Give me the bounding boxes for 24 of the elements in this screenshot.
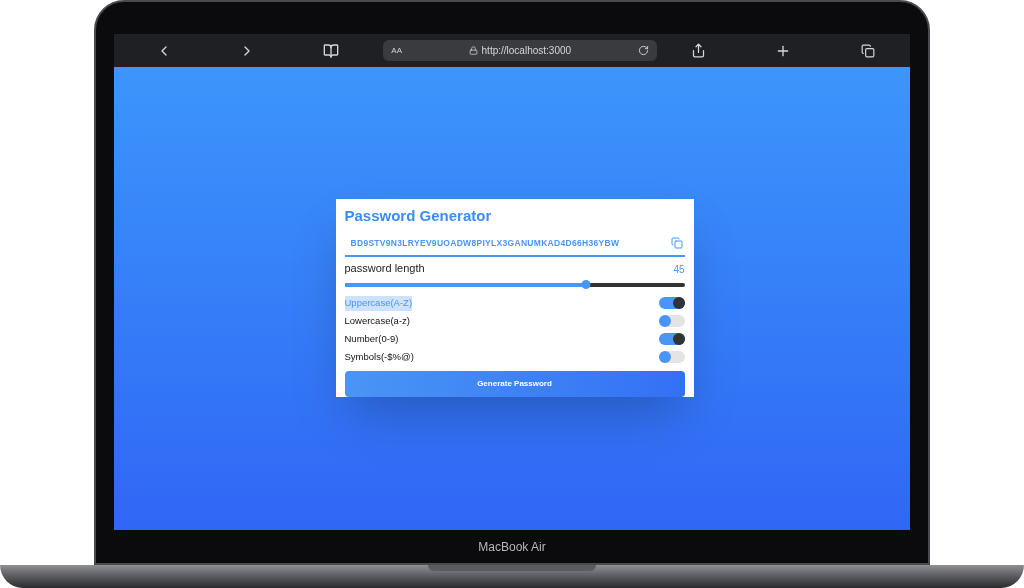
length-slider[interactable]: [344, 279, 685, 290]
toggle-switch[interactable]: [658, 333, 685, 346]
slider-thumb[interactable]: [581, 280, 591, 289]
toggle-switch[interactable]: [658, 351, 685, 364]
option-label: Uppercase(A-Z): [344, 296, 413, 311]
option-label: Number(0-9): [344, 332, 399, 347]
share-icon[interactable]: [691, 43, 707, 58]
length-value: 45: [673, 262, 685, 277]
toggle-switch[interactable]: [658, 315, 685, 328]
option-label: Symbols(-$%@): [344, 350, 414, 365]
generate-button[interactable]: Generate Password: [344, 371, 685, 397]
reload-icon[interactable]: [637, 45, 649, 56]
option-label: Lowercase(a-z): [344, 314, 410, 329]
password-text: BD9STV9N3LRYEV9UOADW8PIYLX3GANUMKAD4D66H36YBW: [350, 236, 620, 250]
length-label: password length: [344, 261, 425, 277]
device-label: MacBook Air: [478, 538, 546, 556]
bookmarks-icon[interactable]: [323, 42, 340, 59]
url-text: http://localhost:3000: [481, 44, 572, 58]
lock-icon: [468, 46, 478, 55]
card-title: Password Generator: [344, 206, 493, 226]
toggle-switch[interactable]: [658, 297, 685, 310]
text-size-button[interactable]: AA: [391, 44, 402, 57]
tabs-icon[interactable]: [861, 43, 876, 58]
address-bar[interactable]: AA http://localhost:3000: [383, 40, 657, 61]
